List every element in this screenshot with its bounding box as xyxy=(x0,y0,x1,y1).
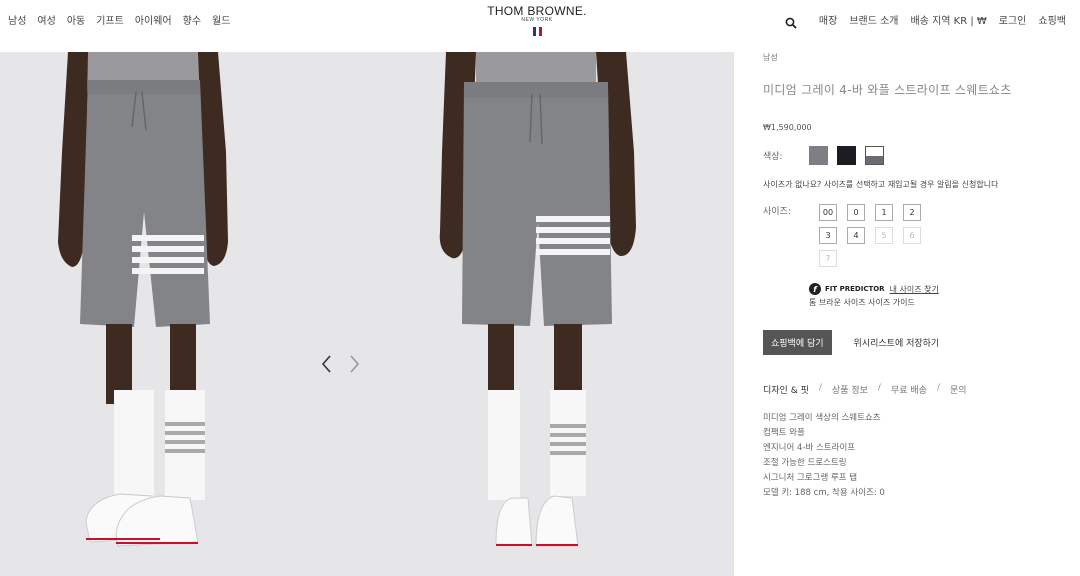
product-category[interactable]: 남성 xyxy=(763,52,1063,63)
nav-men[interactable]: 남성 xyxy=(8,12,26,27)
size-grid: 00 0 1 2 3 4 5 6 7 xyxy=(819,204,921,267)
product-title: 미디엄 그레이 4-바 와플 스트라이프 스웨트쇼츠 xyxy=(763,83,1012,97)
nav-world[interactable]: 월드 xyxy=(212,12,230,27)
color-selector: 색상: xyxy=(763,146,1063,165)
nav-kids[interactable]: 아동 xyxy=(67,12,85,27)
chevron-left-icon[interactable] xyxy=(319,352,335,376)
product-price: ₩1,590,000 xyxy=(763,123,812,132)
fit-predictor-icon: f xyxy=(809,283,821,295)
size-option[interactable]: 1 xyxy=(875,204,893,221)
product-image-side xyxy=(436,52,666,576)
size-option[interactable]: 0 xyxy=(847,204,865,221)
description-line: 컴팩트 와플 xyxy=(763,428,805,438)
flag-icon xyxy=(532,27,542,36)
product-info: 남성 미디엄 그레이 4-바 와플 스트라이프 스웨트쇼츠 ₩1,590,000… xyxy=(763,52,1063,501)
nav-shipping-region[interactable]: 배송 지역 KR | ₩ xyxy=(911,12,987,27)
nav-gift[interactable]: 기프트 xyxy=(96,12,124,27)
size-option-unavailable[interactable]: 7 xyxy=(819,250,837,267)
restock-note: 사이즈가 없나요? 사이즈를 선택하고 재입고될 경우 알림을 신청합니다 xyxy=(763,180,999,189)
brand-logo[interactable]: THOM BROWNE. NEW YORK xyxy=(487,4,587,36)
site-header: 남성 여성 아동 기프트 아이웨어 향수 월드 THOM BROWNE. NEW… xyxy=(0,0,1080,52)
size-option[interactable]: 2 xyxy=(903,204,921,221)
color-label: 색상: xyxy=(763,152,783,162)
nav-shopping-bag[interactable]: 쇼핑백 xyxy=(1038,12,1066,27)
size-option-unavailable[interactable]: 6 xyxy=(903,227,921,244)
nav-fragrance[interactable]: 향수 xyxy=(183,12,201,27)
detail-tabs: 디자인 & 핏 / 상품 정보 / 무료 배송 / 문의 xyxy=(763,383,967,396)
swatch-medium-gray[interactable] xyxy=(809,146,828,165)
swatch-white[interactable] xyxy=(865,146,884,165)
size-option[interactable]: 3 xyxy=(819,227,837,244)
size-option[interactable]: 00 xyxy=(819,204,837,221)
save-wishlist-button[interactable]: 위시리스트에 저장하기 xyxy=(854,336,940,349)
nav-women[interactable]: 여성 xyxy=(37,12,55,27)
nav-login[interactable]: 로그인 xyxy=(999,12,1027,27)
tab-product-info[interactable]: 상품 정보 xyxy=(832,383,868,396)
product-gallery xyxy=(0,52,734,576)
size-label: 사이즈: xyxy=(763,207,791,217)
description-line: 모델 키: 188 cm, 착용 사이즈: 0 xyxy=(763,488,885,498)
size-selector: 사이즈: 00 0 1 2 3 4 5 6 7 xyxy=(763,204,1063,267)
nav-about[interactable]: 브랜드 소개 xyxy=(849,12,898,27)
chevron-right-icon[interactable] xyxy=(346,352,362,376)
tab-design-fit[interactable]: 디자인 & 핏 xyxy=(763,383,809,396)
fit-predictor: f FIT PREDICTOR 내 사이즈 찾기 xyxy=(809,283,1063,295)
description-line: 조절 가능한 드로스트링 xyxy=(763,458,847,468)
main-nav: 남성 여성 아동 기프트 아이웨어 향수 월드 xyxy=(8,12,241,27)
size-guide-link[interactable]: 톰 브라운 사이즈 사이즈 가이드 xyxy=(809,297,1063,308)
size-option-unavailable[interactable]: 5 xyxy=(875,227,893,244)
utility-nav: 매장 브랜드 소개 배송 지역 KR | ₩ 로그인 쇼핑백 xyxy=(785,12,1066,29)
size-option[interactable]: 4 xyxy=(847,227,865,244)
description-line: 엔지니어 4-바 스트라이프 xyxy=(763,443,856,453)
product-image-front xyxy=(40,52,270,576)
nav-eyewear[interactable]: 아이웨어 xyxy=(135,12,172,27)
fit-predictor-label: FIT PREDICTOR xyxy=(825,285,885,293)
tab-free-shipping[interactable]: 무료 배송 xyxy=(891,383,927,396)
tab-inquiry[interactable]: 문의 xyxy=(950,383,967,396)
product-description: 미디엄 그레이 색상의 스웨트쇼츠 컴팩트 와플 엔지니어 4-바 스트라이프 … xyxy=(763,411,1063,501)
description-line: 미디엄 그레이 색상의 스웨트쇼츠 xyxy=(763,413,881,423)
logo-text: THOM BROWNE. xyxy=(487,4,587,18)
add-to-bag-button[interactable]: 쇼핑백에 담기 xyxy=(763,330,832,355)
action-buttons: 쇼핑백에 담기 위시리스트에 저장하기 xyxy=(763,330,1063,355)
find-my-size-link[interactable]: 내 사이즈 찾기 xyxy=(890,284,939,295)
search-icon[interactable] xyxy=(785,14,797,29)
description-line: 시그니처 그로그랭 루프 탭 xyxy=(763,473,858,483)
swatch-black[interactable] xyxy=(837,146,856,165)
nav-stores[interactable]: 매장 xyxy=(819,12,837,27)
